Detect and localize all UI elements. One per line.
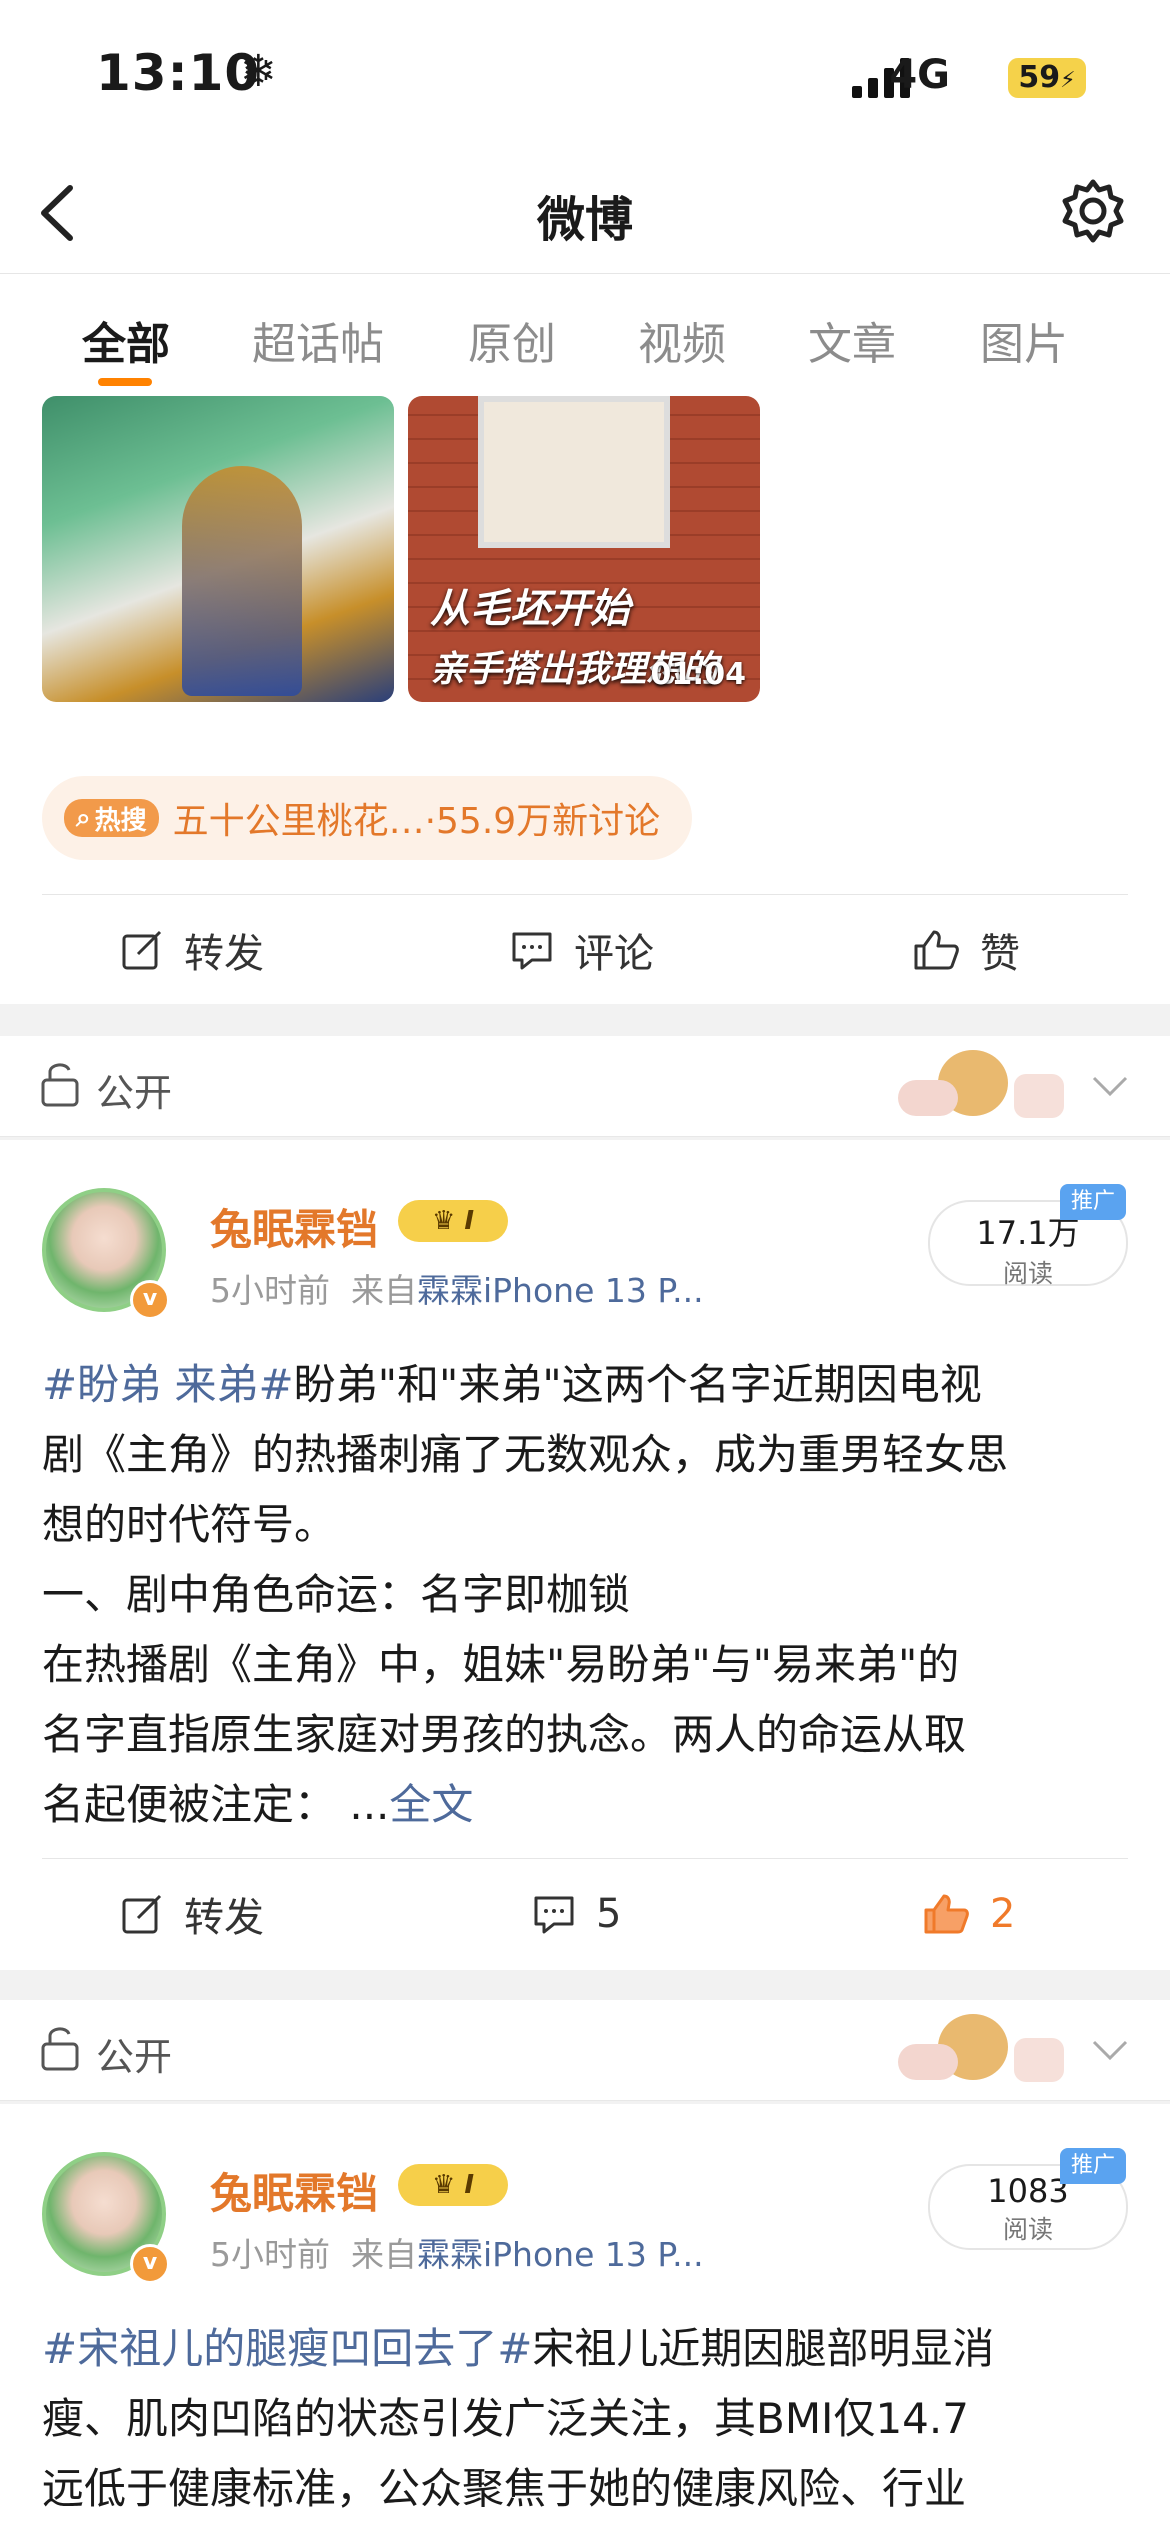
text-line: 剧《主角》的热播刺痛了无数观众，成为重男轻女思 (42, 1430, 1009, 1479)
status-time: 13:10 (96, 44, 261, 102)
bear-sticker (898, 2008, 1088, 2088)
tab-supertopic[interactable]: 超话帖 (252, 308, 384, 372)
tab-article[interactable]: 文章 (808, 308, 896, 372)
text-line: 名字直指原生家庭对男孩的执念。两人的命运从取 (42, 1710, 967, 1759)
text-line: 想的时代符号。 (42, 1500, 337, 1549)
text-line: 宋祖儿近期因腿部明显消 (532, 2324, 995, 2373)
repost-label: 转发 (184, 1895, 264, 1941)
post-video-thumb[interactable]: 从毛坯开始 亲手搭出我理想的 01:04 (408, 396, 760, 702)
like-label: 赞 (980, 931, 1020, 977)
tab-video[interactable]: 视频 (638, 308, 726, 372)
level-value: I (464, 2170, 475, 2200)
level-value: I (464, 1206, 475, 1236)
gear-icon[interactable] (1058, 176, 1128, 246)
battery-level: 59 (1018, 60, 1061, 95)
post-time: 5小时前 (210, 1271, 330, 1310)
repost-icon (122, 930, 162, 970)
chevron-down-icon[interactable] (1090, 1074, 1130, 1098)
battery-icon: 59⚡ (1008, 58, 1086, 98)
thumbs-up-filled-icon (924, 1894, 969, 1934)
post-actions: 转发 评论 赞 (42, 894, 1128, 1005)
like-count: 2 (990, 1891, 1016, 1937)
unlock-icon (41, 2027, 79, 2071)
username[interactable]: 兔眠霖铛 (210, 2160, 378, 2221)
username[interactable]: 兔眠霖铛 (210, 1196, 378, 1257)
read-more-link[interactable]: 全文 (389, 1780, 473, 1829)
tab-all[interactable]: 全部 (82, 308, 170, 372)
verified-badge: v (130, 2244, 170, 2284)
level-badge: ♛ I (398, 2164, 508, 2206)
post-meta: 5小时前 来自霖霖iPhone 13 P... (210, 2228, 704, 2276)
read-unit: 阅读 (1002, 1259, 1053, 1288)
hot-badge-label: 热搜 (94, 805, 147, 836)
promo-badge: 推广 (1060, 1184, 1126, 1220)
search-icon: ⌕ (76, 802, 91, 833)
post-meta: 5小时前 来自霖霖iPhone 13 P... (210, 1264, 704, 1312)
post-image-1[interactable] (42, 396, 394, 702)
post-text: #盼弟 来弟#盼弟"和"来弟"这两个名字近期因电视 剧《主角》的热播刺痛了无数观… (42, 1350, 1128, 1840)
prev-post-media: 从毛坯开始 亲手搭出我理想的 01:04 (0, 396, 1170, 740)
window-frame (478, 396, 670, 548)
post-card: v 兔眠霖铛 ♛ I 5小时前 来自霖霖iPhone 13 P... 17.1万… (0, 1140, 1170, 1970)
unlock-icon (41, 1063, 79, 1107)
visibility-label: 公开 (96, 1071, 173, 1115)
visibility-row: 公开 (0, 2000, 1170, 2101)
filter-tabs: 全部 超话帖 原创 视频 文章 图片 (0, 274, 1170, 396)
comment-button[interactable]: 评论 (510, 895, 654, 1005)
text-line: 盼弟"和"来弟"这两个名字近期因电视 (293, 1360, 982, 1409)
bear-sticker (898, 1044, 1088, 1124)
page-title: 微博 (536, 192, 633, 248)
tab-original[interactable]: 原创 (468, 308, 556, 372)
comment-icon (512, 932, 552, 970)
visibility-row: 公开 (0, 1036, 1170, 1137)
verified-badge: v (130, 1280, 170, 1320)
chevron-down-icon[interactable] (1090, 2038, 1130, 2062)
nav-bar: 微博 (0, 150, 1170, 274)
tab-image[interactable]: 图片 (980, 308, 1068, 372)
comment-label: 评论 (574, 931, 654, 977)
comment-button[interactable]: 5 (532, 1859, 621, 1969)
from-label: 来自 (350, 1271, 417, 1310)
comment-count: 5 (596, 1891, 622, 1937)
like-button[interactable]: 2 (922, 1859, 1015, 1969)
post-text: #宋祖儿的腿瘦凹回去了#宋祖儿近期因腿部明显消 瘦、肌肉凹陷的状态引发广泛关注，… (42, 2314, 1128, 2524)
post-source[interactable]: 霖霖iPhone 13 P... (417, 2235, 704, 2274)
from-label: 来自 (350, 2235, 417, 2274)
thumbs-up-icon (914, 930, 959, 970)
hot-badge: ⌕ 热搜 (64, 799, 159, 837)
post-source[interactable]: 霖霖iPhone 13 P... (417, 1271, 704, 1310)
visibility-label: 公开 (96, 2035, 173, 2079)
promo-badge: 推广 (1060, 2148, 1126, 2184)
video-duration: 01:04 (650, 657, 747, 692)
repost-label: 转发 (184, 931, 264, 977)
hashtag[interactable]: #宋祖儿的腿瘦凹回去了# (42, 2324, 532, 2373)
repost-button[interactable]: 转发 (120, 895, 264, 1005)
status-bar: 13:10 ❄ 4G 59⚡ (0, 0, 1170, 150)
text-line: 名起便被注定： ... (42, 1780, 390, 1829)
post-card: v 兔眠霖铛 ♛ I 5小时前 来自霖霖iPhone 13 P... 1083 … (0, 2104, 1170, 2532)
like-button[interactable]: 赞 (912, 895, 1020, 1005)
hot-search-chip[interactable]: ⌕ 热搜 五十公里桃花…·55.9万新讨论 (42, 776, 693, 860)
hashtag[interactable]: #盼弟 来弟# (42, 1360, 294, 1409)
post-time: 5小时前 (210, 2235, 330, 2274)
post-actions: 转发 5 2 (42, 1858, 1128, 1969)
text-line: 在热播剧《主角》中，姐妹"易盼弟"与"易来弟"的 (42, 1640, 960, 1689)
tab-indicator (98, 378, 152, 386)
thumb-caption: 从毛坯开始 (430, 586, 630, 632)
text-line: 一、剧中角色命运：名字即枷锁 (42, 1570, 631, 1619)
repost-icon (122, 1894, 162, 1934)
network-label: 4G (889, 52, 950, 98)
text-line: 远低于健康标准，公众聚焦于她的健康风险、行业 (42, 2464, 967, 2513)
prev-post-footer: ⌕ 热搜 五十公里桃花…·55.9万新讨论 转发 评论 赞 (0, 740, 1170, 1004)
text-line: 瘦、肌肉凹陷的状态引发广泛关注，其BMI仅14.7 (42, 2394, 969, 2443)
level-badge: ♛ I (398, 1200, 508, 1242)
hot-search-text: 五十公里桃花…·55.9万新讨论 (172, 801, 661, 842)
snowflake-icon: ❄ (240, 46, 277, 97)
repost-button[interactable]: 转发 (120, 1859, 264, 1969)
comment-icon (534, 1896, 574, 1934)
person-figure (182, 466, 302, 696)
read-unit: 阅读 (1002, 2215, 1053, 2244)
